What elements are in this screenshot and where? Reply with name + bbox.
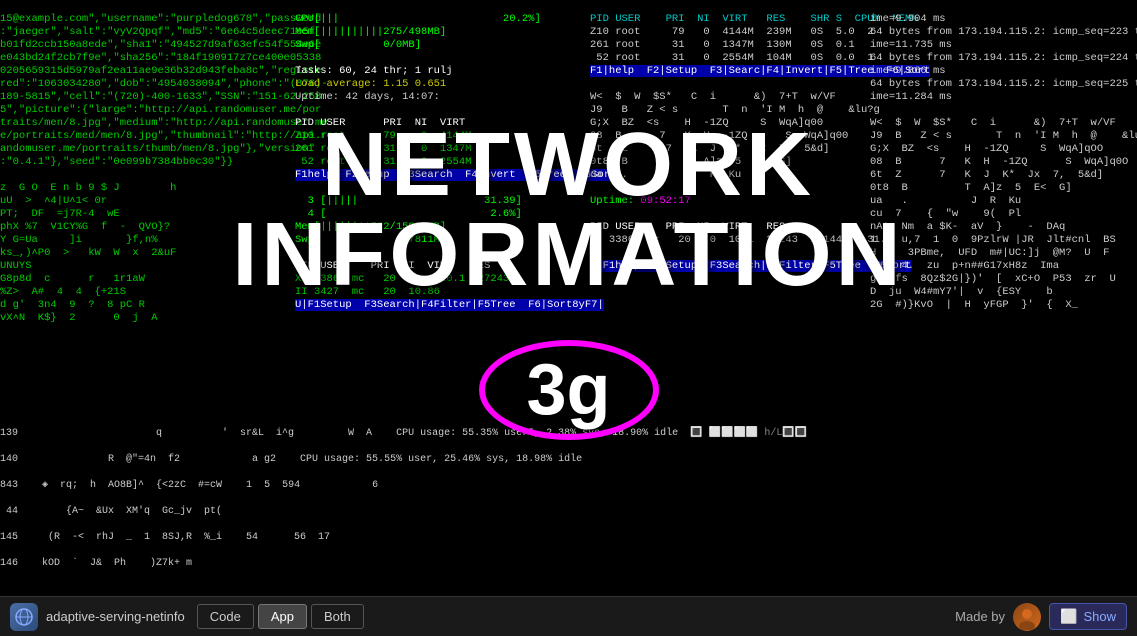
app-icon	[10, 603, 38, 631]
tab-code-button[interactable]: Code	[197, 604, 254, 629]
terminal-background: 15@example.com","username":"purpledog678…	[0, 0, 1137, 596]
bottom-toolbar: adaptive-serving-netinfo Code App Both M…	[0, 596, 1137, 636]
terminal-col1: 15@example.com","username":"purpledog678…	[0, 0, 290, 338]
terminal-col2: CPU[||| 20.2%] Mem[||||||||||275/498MB] …	[295, 0, 585, 325]
avatar	[1013, 603, 1041, 631]
network-type-badge: 3g	[526, 349, 610, 431]
tab-both-button[interactable]: Both	[311, 604, 364, 629]
app-name: adaptive-serving-netinfo	[46, 609, 185, 624]
terminal-col3: PID USER PRI NI VIRT RES SHR S CPU% MEM%…	[590, 0, 865, 286]
show-icon: ⬜	[1060, 608, 1077, 625]
show-button[interactable]: ⬜ Show	[1049, 603, 1127, 630]
network-badge-circle: 3g	[479, 340, 659, 440]
made-by-text: Made by	[955, 609, 1005, 624]
terminal-col4: ime=9.904 ms 64 bytes from 173.194.115.2…	[870, 0, 1137, 325]
show-button-label: Show	[1083, 609, 1116, 624]
tab-app-button[interactable]: App	[258, 604, 307, 629]
